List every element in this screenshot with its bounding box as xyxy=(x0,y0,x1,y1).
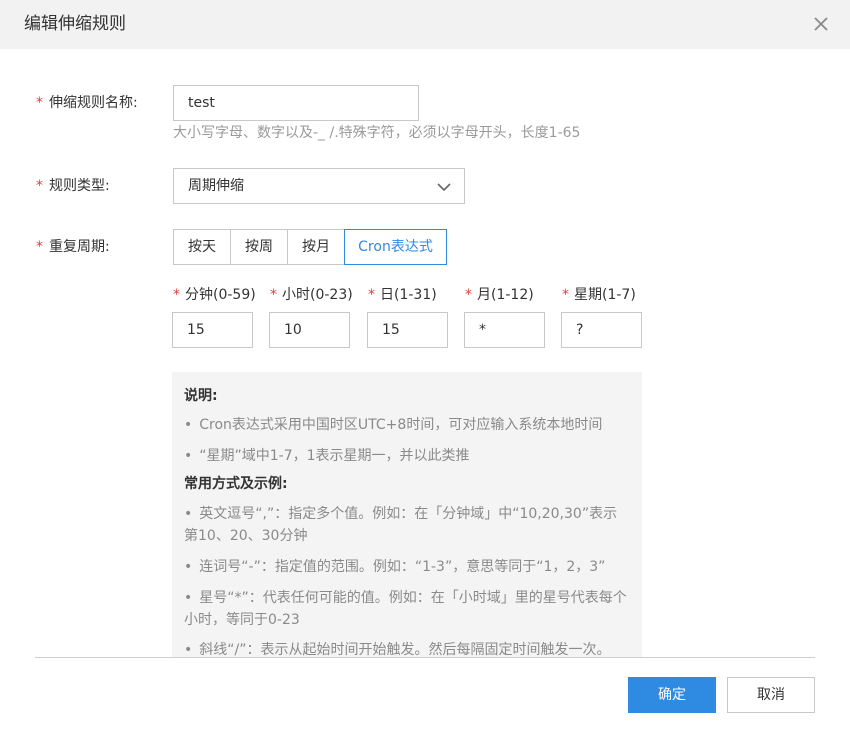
cron-day-input[interactable]: 15 xyxy=(367,312,448,348)
cron-field-label-month: * 月(1-12) xyxy=(465,285,534,305)
help-note-text: “星期”域中1-7，1表示星期一，并以此类推 xyxy=(199,448,470,464)
dialog-header: 编辑伸缩规则 xyxy=(0,0,850,49)
confirm-button[interactable]: 确定 xyxy=(628,677,716,713)
help-heading-examples: 常用方式及示例: xyxy=(184,476,288,492)
cron-minute-input[interactable]: 15 xyxy=(172,312,253,348)
help-example-text: 斜线“/”：表示从起始时间开始触发。然后每隔固定时间触发一次。 xyxy=(199,642,611,657)
rule-name-hint: 大小写字母、数字以及-_ /.特殊字符，必须以字母开头，长度1-65 xyxy=(173,125,581,141)
required-mark: * xyxy=(465,287,472,303)
required-mark: * xyxy=(368,287,375,303)
tab-weekly[interactable]: 按周 xyxy=(230,229,288,265)
footer-divider xyxy=(35,657,815,658)
cron-month-input[interactable]: * xyxy=(464,312,545,348)
tab-cron-expression[interactable]: Cron表达式 xyxy=(344,229,447,265)
required-mark: * xyxy=(562,287,569,303)
rule-type-select[interactable]: 周期伸缩 xyxy=(173,168,465,204)
edit-scaling-rule-dialog: 编辑伸缩规则 * 伸缩规则名称: test 大小写字母、数字以及-_ /.特殊字符… xyxy=(0,0,850,730)
chevron-down-icon xyxy=(436,179,452,198)
cron-field-label-text: 月(1-12) xyxy=(477,287,534,303)
cron-help-panel[interactable]: 说明: • Cron表达式采用中国时区UTC+8时间，可对应输入系统本地时间 • “… xyxy=(172,372,642,657)
repeat-period-tabs: 按天 按周 按月 Cron表达式 xyxy=(173,229,447,265)
bullet: • xyxy=(184,590,193,606)
repeat-period-label: * 重复周期: xyxy=(36,237,110,257)
cron-field-label-minute: * 分钟(0-59) xyxy=(173,285,256,305)
bullet: • xyxy=(184,448,193,464)
bullet: • xyxy=(184,417,193,433)
rule-type-label: * 规则类型: xyxy=(36,176,110,196)
help-example-item: • 连词号“-”：指定值的范围。例如：“1-3”，意思等同于“1，2，3” xyxy=(184,556,630,578)
help-example-text: 英文逗号“,”：指定多个值。例如：在「分钟域」中“10,20,30”表示第10、… xyxy=(184,506,618,544)
required-mark: * xyxy=(36,95,43,111)
close-icon[interactable] xyxy=(810,13,832,35)
required-mark: * xyxy=(270,287,277,303)
cron-field-label-text: 分钟(0-59) xyxy=(185,287,256,303)
required-mark: * xyxy=(36,239,43,255)
cancel-button[interactable]: 取消 xyxy=(727,677,815,713)
help-example-text: 连词号“-”：指定值的范围。例如：“1-3”，意思等同于“1，2，3” xyxy=(199,559,606,575)
rule-type-selected-value: 周期伸缩 xyxy=(188,178,244,194)
help-example-item: • 英文逗号“,”：指定多个值。例如：在「分钟域」中“10,20,30”表示第10… xyxy=(184,503,630,547)
cron-field-label-weekday: * 星期(1-7) xyxy=(562,285,636,305)
help-example-text: 星号“*”：代表任何可能的值。例如：在「小时域」里的星号代表每个小时，等同于0-… xyxy=(184,590,627,628)
bullet: • xyxy=(184,559,193,575)
cron-field-label-text: 星期(1-7) xyxy=(574,287,636,303)
help-heading-notes: 说明: xyxy=(184,388,218,404)
bullet: • xyxy=(184,506,193,522)
cron-hour-input[interactable]: 10 xyxy=(269,312,350,348)
tab-daily[interactable]: 按天 xyxy=(173,229,231,265)
cron-field-label-text: 日(1-31) xyxy=(380,287,437,303)
rule-name-label: * 伸缩规则名称: xyxy=(36,93,138,113)
help-note-item: • “星期”域中1-7，1表示星期一，并以此类推 xyxy=(184,445,630,467)
tab-monthly[interactable]: 按月 xyxy=(287,229,345,265)
help-example-item: • 星号“*”：代表任何可能的值。例如：在「小时域」里的星号代表每个小时，等同于0… xyxy=(184,587,630,631)
required-mark: * xyxy=(36,178,43,194)
help-note-text: Cron表达式采用中国时区UTC+8时间，可对应输入系统本地时间 xyxy=(199,417,603,433)
rule-name-label-text: 伸缩规则名称: xyxy=(49,95,138,111)
help-example-item: • 斜线“/”：表示从起始时间开始触发。然后每隔固定时间触发一次。 xyxy=(184,639,630,657)
dialog-title: 编辑伸缩规则 xyxy=(24,14,126,34)
repeat-period-label-text: 重复周期: xyxy=(49,239,110,255)
cron-weekday-input[interactable]: ? xyxy=(561,312,642,348)
rule-type-label-text: 规则类型: xyxy=(49,178,110,194)
bullet: • xyxy=(184,642,193,657)
required-mark: * xyxy=(173,287,180,303)
cron-field-label-hour: * 小时(0-23) xyxy=(270,285,353,305)
cron-field-label-text: 小时(0-23) xyxy=(282,287,353,303)
rule-name-input[interactable]: test xyxy=(173,85,419,121)
help-note-item: • Cron表达式采用中国时区UTC+8时间，可对应输入系统本地时间 xyxy=(184,414,630,436)
cron-field-label-day: * 日(1-31) xyxy=(368,285,437,305)
